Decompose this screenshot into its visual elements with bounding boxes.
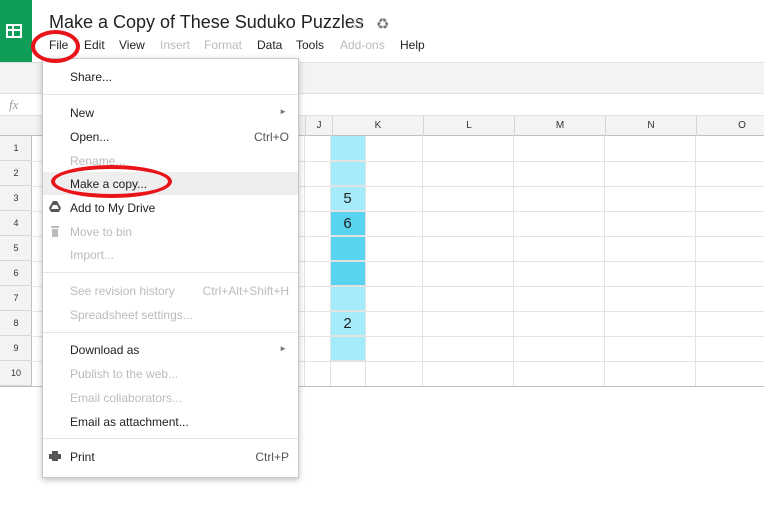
menu-item-move-to-bin[interactable]: Move to bin (43, 220, 298, 243)
row-header[interactable]: 1 (0, 136, 32, 161)
menu-item-open[interactable]: Open... Ctrl+O (43, 125, 298, 148)
row-header[interactable]: 10 (0, 361, 32, 386)
sudoku-cell[interactable] (330, 236, 365, 261)
sudoku-cell[interactable] (330, 261, 365, 286)
sheets-logo-icon[interactable] (0, 0, 32, 62)
column-header-n[interactable]: N (605, 116, 696, 136)
menu-tools[interactable]: Tools (296, 38, 324, 52)
row-header[interactable]: 3 (0, 186, 32, 211)
menu-item-import[interactable]: Import... (43, 243, 298, 266)
row-header[interactable]: 8 (0, 311, 32, 336)
menu-format[interactable]: Format (204, 38, 242, 52)
document-title[interactable]: Make a Copy of These Suduko Puzzles (49, 12, 364, 33)
menu-item-add-to-my-drive[interactable]: Add to My Drive (43, 196, 298, 219)
file-menu-annotation-oval (31, 30, 80, 63)
trash-icon (48, 224, 62, 238)
row-header[interactable]: 9 (0, 336, 32, 361)
drive-icon (48, 200, 62, 214)
sudoku-cell[interactable] (330, 136, 365, 161)
drive-folder-icon[interactable]: ♻ (376, 15, 389, 33)
menu-insert[interactable]: Insert (160, 38, 190, 52)
sudoku-cell[interactable] (330, 161, 365, 186)
row-header[interactable]: 6 (0, 261, 32, 286)
menu-addons[interactable]: Add-ons (340, 38, 385, 52)
row-header[interactable]: 4 (0, 211, 32, 236)
column-header-l[interactable]: L (423, 116, 514, 136)
sheets-app-window: Make a Copy of These Suduko Puzzles ☆ ♻ … (0, 0, 764, 531)
sudoku-cell[interactable] (330, 336, 365, 361)
row-header[interactable]: 2 (0, 161, 32, 186)
sudoku-cell[interactable] (330, 286, 365, 311)
fx-icon: fx (9, 97, 19, 112)
submenu-arrow-icon: ► (279, 344, 287, 353)
cell-value[interactable]: 6 (330, 211, 365, 236)
submenu-arrow-icon: ► (279, 107, 287, 116)
column-header-k[interactable]: K (332, 116, 423, 136)
menu-item-email-collaborators[interactable]: Email collaborators... (43, 386, 298, 409)
file-menu-dropdown: Share... New ► Open... Ctrl+O Rename... … (42, 58, 299, 478)
menu-data[interactable]: Data (257, 38, 282, 52)
menu-item-download-as[interactable]: Download as ► (43, 338, 298, 361)
make-a-copy-annotation-oval (51, 165, 172, 198)
menu-view[interactable]: View (119, 38, 145, 52)
menu-item-revision-history[interactable]: See revision history Ctrl+Alt+Shift+H (43, 279, 298, 302)
menu-help[interactable]: Help (400, 38, 425, 52)
menu-item-spreadsheet-settings[interactable]: Spreadsheet settings... (43, 303, 298, 326)
cell-value[interactable]: 2 (330, 311, 365, 336)
printer-icon (48, 449, 62, 463)
menu-item-share[interactable]: Share... (43, 65, 298, 88)
column-header-o[interactable]: O (696, 116, 764, 136)
menu-item-print[interactable]: Print Ctrl+P (43, 445, 298, 468)
row-header-bar: 1 2 3 4 5 6 7 8 9 10 (0, 136, 32, 386)
menu-item-new[interactable]: New ► (43, 101, 298, 124)
menu-item-publish-to-web[interactable]: Publish to the web... (43, 362, 298, 385)
menu-edit[interactable]: Edit (84, 38, 105, 52)
select-all-corner[interactable] (0, 116, 33, 136)
row-header[interactable]: 7 (0, 286, 32, 311)
cell-value[interactable]: 5 (330, 186, 365, 211)
column-header-m[interactable]: M (514, 116, 605, 136)
row-header[interactable]: 5 (0, 236, 32, 261)
column-header-j[interactable]: J (305, 116, 332, 136)
menu-item-email-as-attachment[interactable]: Email as attachment... (43, 410, 298, 433)
star-icon[interactable]: ☆ (350, 14, 365, 34)
